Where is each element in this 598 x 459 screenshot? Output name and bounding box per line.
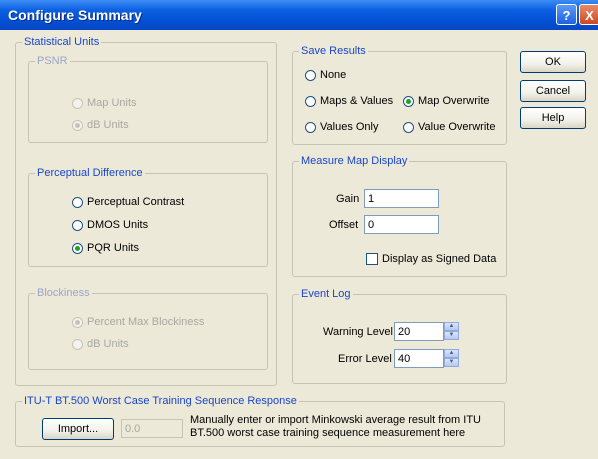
radio-icon xyxy=(305,69,316,81)
save-maps-values-radio[interactable]: Maps & Values xyxy=(305,95,393,107)
radio-label: dB Units xyxy=(87,119,129,131)
measure-map-display-legend: Measure Map Display xyxy=(301,155,408,167)
radio-label: None xyxy=(320,69,347,81)
radio-label: Maps & Values xyxy=(320,95,394,107)
radio-label: Perceptual Contrast xyxy=(87,196,185,208)
itu-description-line1: Manually enter or import Minkowski avera… xyxy=(190,414,481,426)
radio-icon xyxy=(72,316,83,328)
warning-level-input[interactable] xyxy=(394,322,444,341)
itu-bt500-legend: ITU-T BT.500 Worst Case Training Sequenc… xyxy=(24,395,297,407)
spin-up-icon[interactable]: ▲ xyxy=(444,349,459,358)
warning-level-spinner[interactable]: ▲ ▼ xyxy=(444,322,459,341)
spin-up-icon[interactable]: ▲ xyxy=(444,322,459,331)
psnr-group: PSNR xyxy=(28,55,268,143)
statistical-units-legend: Statistical Units xyxy=(24,36,100,48)
perceptual-contrast-radio[interactable]: Perceptual Contrast xyxy=(72,196,184,208)
radio-icon xyxy=(305,121,316,133)
gain-label: Gain xyxy=(336,193,360,205)
spin-down-icon[interactable]: ▼ xyxy=(444,358,459,367)
perceptual-difference-group: Perceptual Difference xyxy=(28,167,268,267)
blockiness-legend: Blockiness xyxy=(37,287,90,299)
offset-label: Offset xyxy=(329,219,359,231)
spin-down-icon[interactable]: ▼ xyxy=(444,331,459,340)
window-title: Configure Summary xyxy=(8,7,142,23)
import-button[interactable]: Import... xyxy=(42,418,114,440)
percent-max-blockiness-radio[interactable]: Percent Max Blockiness xyxy=(72,316,204,328)
radio-label: PQR Units xyxy=(87,242,139,254)
psnr-legend: PSNR xyxy=(37,55,68,67)
perceptual-difference-legend: Perceptual Difference xyxy=(37,167,143,179)
itu-value-input[interactable] xyxy=(121,419,183,438)
offset-input[interactable] xyxy=(364,215,439,234)
gain-input[interactable] xyxy=(364,189,439,208)
title-bar[interactable]: Configure Summary ? X xyxy=(0,0,598,30)
radio-icon xyxy=(403,95,414,107)
cancel-button[interactable]: Cancel xyxy=(520,80,586,102)
blockiness-group: Blockiness xyxy=(28,287,268,370)
ok-button[interactable]: OK xyxy=(520,51,586,73)
radio-icon xyxy=(72,97,83,109)
error-level-spinner[interactable]: ▲ ▼ xyxy=(444,349,459,368)
radio-label: Percent Max Blockiness xyxy=(87,316,205,328)
radio-label: dB Units xyxy=(87,338,129,350)
close-icon[interactable]: X xyxy=(579,4,598,25)
configure-summary-dialog: Configure Summary ? X Statistical Units … xyxy=(0,0,598,459)
radio-icon xyxy=(72,196,83,208)
radio-label: Map Units xyxy=(87,97,137,109)
blockiness-db-units-radio[interactable]: dB Units xyxy=(72,338,129,350)
radio-label: Values Only xyxy=(320,121,379,133)
save-results-legend: Save Results xyxy=(301,45,366,57)
radio-label: Value Overwrite xyxy=(418,121,496,133)
radio-icon xyxy=(72,119,83,131)
save-values-only-radio[interactable]: Values Only xyxy=(305,121,379,133)
save-none-radio[interactable]: None xyxy=(305,69,346,81)
radio-icon xyxy=(305,95,316,107)
dmos-units-radio[interactable]: DMOS Units xyxy=(72,219,148,231)
itu-description: Manually enter or import Minkowski avera… xyxy=(190,414,500,440)
error-level-label: Error Level xyxy=(338,353,392,365)
display-signed-data-checkbox[interactable]: Display as Signed Data xyxy=(366,253,496,265)
checkbox-icon xyxy=(366,253,378,265)
radio-icon xyxy=(403,121,414,133)
help-icon[interactable]: ? xyxy=(556,4,577,25)
save-map-overwrite-radio[interactable]: Map Overwrite xyxy=(403,95,490,107)
psnr-db-units-radio[interactable]: dB Units xyxy=(72,119,129,131)
pqr-units-radio[interactable]: PQR Units xyxy=(72,242,139,254)
error-level-input[interactable] xyxy=(394,349,444,368)
radio-label: Map Overwrite xyxy=(418,95,490,107)
radio-icon xyxy=(72,338,83,350)
itu-description-line2: BT.500 worst case training sequence meas… xyxy=(190,427,466,439)
checkbox-label: Display as Signed Data xyxy=(382,253,497,265)
save-value-overwrite-radio[interactable]: Value Overwrite xyxy=(403,121,495,133)
radio-icon xyxy=(72,219,83,231)
event-log-legend: Event Log xyxy=(301,288,351,300)
help-button[interactable]: Help xyxy=(520,107,586,129)
radio-label: DMOS Units xyxy=(87,219,149,231)
radio-icon xyxy=(72,242,83,254)
psnr-map-units-radio[interactable]: Map Units xyxy=(72,97,137,109)
warning-level-label: Warning Level xyxy=(323,326,393,338)
